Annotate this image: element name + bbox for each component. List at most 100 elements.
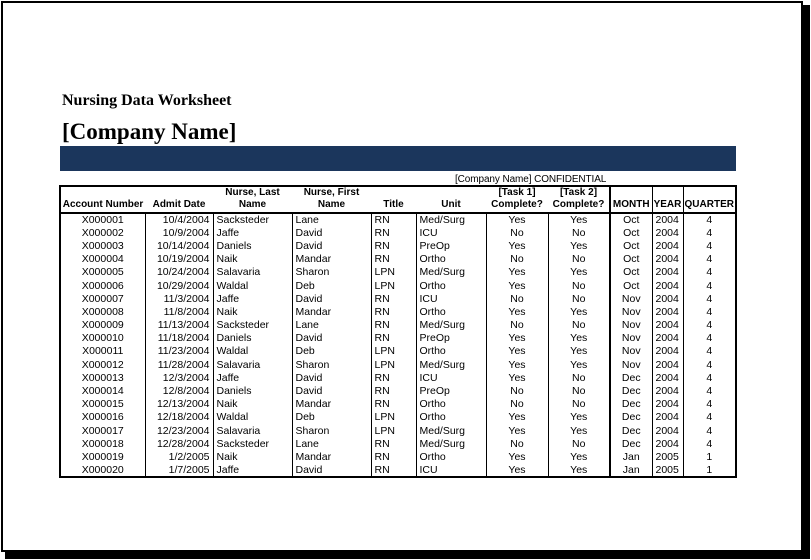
cell-nurse-first-name[interactable]: Deb — [291, 278, 371, 293]
cell-admit-date[interactable]: 10/19/2004 — [144, 252, 213, 266]
cell-nurse-last-name[interactable]: Daniels — [212, 384, 292, 398]
cell-title[interactable]: RN — [370, 371, 416, 385]
cell-admit-date[interactable]: 1/2/2005 — [144, 450, 213, 464]
cell-month[interactable]: Dec — [609, 410, 652, 424]
cell-account-number[interactable]: X000009 — [59, 318, 145, 332]
cell-nurse-first-name[interactable]: Mandar — [291, 305, 371, 319]
cell-month[interactable]: Oct — [609, 213, 652, 227]
cell-quarter[interactable]: 4 — [682, 437, 737, 451]
cell-quarter[interactable]: 4 — [682, 213, 737, 227]
cell-nurse-first-name[interactable]: David — [291, 226, 371, 240]
cell-year[interactable]: 2004 — [651, 424, 683, 438]
cell-task2-complete[interactable]: Yes — [547, 265, 610, 279]
cell-admit-date[interactable]: 10/4/2004 — [144, 213, 213, 227]
cell-task1-complete[interactable]: No — [485, 226, 548, 240]
cell-unit[interactable]: Ortho — [415, 344, 486, 359]
cell-quarter[interactable]: 4 — [682, 292, 737, 306]
cell-nurse-first-name[interactable]: Mandar — [291, 450, 371, 464]
cell-account-number[interactable]: X000013 — [59, 371, 145, 385]
cell-title[interactable]: LPN — [370, 358, 416, 372]
header-month[interactable]: MONTH — [609, 185, 652, 214]
header-admit-date[interactable]: Admit Date — [145, 185, 213, 214]
cell-task1-complete[interactable]: Yes — [485, 278, 548, 293]
cell-unit[interactable]: Med/Surg — [415, 358, 486, 372]
cell-title[interactable]: RN — [370, 463, 416, 478]
cell-quarter[interactable]: 4 — [682, 278, 737, 293]
cell-nurse-last-name[interactable]: Waldal — [212, 278, 292, 293]
cell-nurse-last-name[interactable]: Daniels — [212, 331, 292, 345]
cell-title[interactable]: LPN — [370, 265, 416, 279]
cell-quarter[interactable]: 1 — [682, 450, 737, 464]
cell-task2-complete[interactable]: No — [547, 226, 610, 240]
cell-year[interactable]: 2004 — [651, 384, 683, 398]
cell-task2-complete[interactable]: Yes — [547, 358, 610, 372]
cell-month[interactable]: Oct — [609, 278, 652, 293]
cell-unit[interactable]: Med/Surg — [415, 424, 486, 438]
cell-month[interactable]: Nov — [609, 318, 652, 332]
cell-account-number[interactable]: X000020 — [59, 463, 145, 478]
cell-quarter[interactable]: 4 — [682, 305, 737, 319]
cell-unit[interactable]: ICU — [415, 292, 486, 306]
cell-quarter[interactable]: 4 — [682, 239, 737, 253]
cell-month[interactable]: Nov — [609, 305, 652, 319]
cell-title[interactable]: RN — [370, 384, 416, 398]
cell-task1-complete[interactable]: Yes — [485, 344, 548, 359]
cell-task2-complete[interactable]: No — [547, 384, 610, 398]
cell-month[interactable]: Dec — [609, 371, 652, 385]
cell-title[interactable]: LPN — [370, 424, 416, 438]
cell-quarter[interactable]: 4 — [682, 384, 737, 398]
cell-title[interactable]: LPN — [370, 278, 416, 293]
cell-task2-complete[interactable]: Yes — [547, 239, 610, 253]
cell-nurse-last-name[interactable]: Waldal — [212, 410, 292, 424]
cell-task2-complete[interactable]: No — [547, 371, 610, 385]
cell-month[interactable]: Oct — [609, 226, 652, 240]
cell-year[interactable]: 2004 — [651, 331, 683, 345]
cell-unit[interactable]: Ortho — [415, 410, 486, 424]
cell-year[interactable]: 2004 — [651, 397, 683, 411]
cell-month[interactable]: Oct — [609, 265, 652, 279]
cell-unit[interactable]: ICU — [415, 226, 486, 240]
cell-unit[interactable]: PreOp — [415, 384, 486, 398]
cell-month[interactable]: Nov — [609, 292, 652, 306]
cell-admit-date[interactable]: 11/13/2004 — [144, 318, 213, 332]
cell-admit-date[interactable]: 11/3/2004 — [144, 292, 213, 306]
cell-title[interactable]: RN — [370, 318, 416, 332]
cell-unit[interactable]: PreOp — [415, 331, 486, 345]
cell-account-number[interactable]: X000016 — [59, 410, 145, 424]
cell-task2-complete[interactable]: Yes — [547, 305, 610, 319]
header-quarter[interactable]: QUARTER — [682, 185, 737, 214]
cell-admit-date[interactable]: 10/14/2004 — [144, 239, 213, 253]
cell-nurse-first-name[interactable]: David — [291, 463, 371, 478]
cell-year[interactable]: 2004 — [651, 213, 683, 227]
cell-unit[interactable]: Ortho — [415, 397, 486, 411]
cell-unit[interactable]: PreOp — [415, 239, 486, 253]
cell-month[interactable]: Jan — [609, 450, 652, 464]
cell-account-number[interactable]: X000005 — [59, 265, 145, 279]
cell-task2-complete[interactable]: No — [547, 252, 610, 266]
cell-account-number[interactable]: X000003 — [59, 239, 145, 253]
cell-account-number[interactable]: X000015 — [59, 397, 145, 411]
cell-unit[interactable]: Ortho — [415, 278, 486, 293]
cell-admit-date[interactable]: 1/7/2005 — [144, 463, 213, 478]
cell-quarter[interactable]: 4 — [682, 371, 737, 385]
cell-task1-complete[interactable]: No — [485, 292, 548, 306]
cell-unit[interactable]: ICU — [415, 371, 486, 385]
cell-title[interactable]: LPN — [370, 344, 416, 359]
cell-title[interactable]: RN — [370, 437, 416, 451]
cell-nurse-first-name[interactable]: Lane — [291, 437, 371, 451]
cell-admit-date[interactable]: 10/24/2004 — [144, 265, 213, 279]
header-year[interactable]: YEAR — [651, 185, 683, 214]
cell-task2-complete[interactable]: Yes — [547, 213, 610, 227]
cell-unit[interactable]: Med/Surg — [415, 213, 486, 227]
cell-unit[interactable]: Med/Surg — [415, 437, 486, 451]
cell-quarter[interactable]: 4 — [682, 252, 737, 266]
cell-account-number[interactable]: X000010 — [59, 331, 145, 345]
cell-nurse-last-name[interactable]: Salavaria — [212, 424, 292, 438]
cell-account-number[interactable]: X000001 — [59, 213, 145, 227]
cell-year[interactable]: 2004 — [651, 371, 683, 385]
cell-nurse-first-name[interactable]: Mandar — [291, 252, 371, 266]
cell-quarter[interactable]: 4 — [682, 358, 737, 372]
cell-nurse-first-name[interactable]: David — [291, 371, 371, 385]
cell-nurse-last-name[interactable]: Sacksteder — [212, 318, 292, 332]
cell-admit-date[interactable]: 12/18/2004 — [144, 410, 213, 424]
